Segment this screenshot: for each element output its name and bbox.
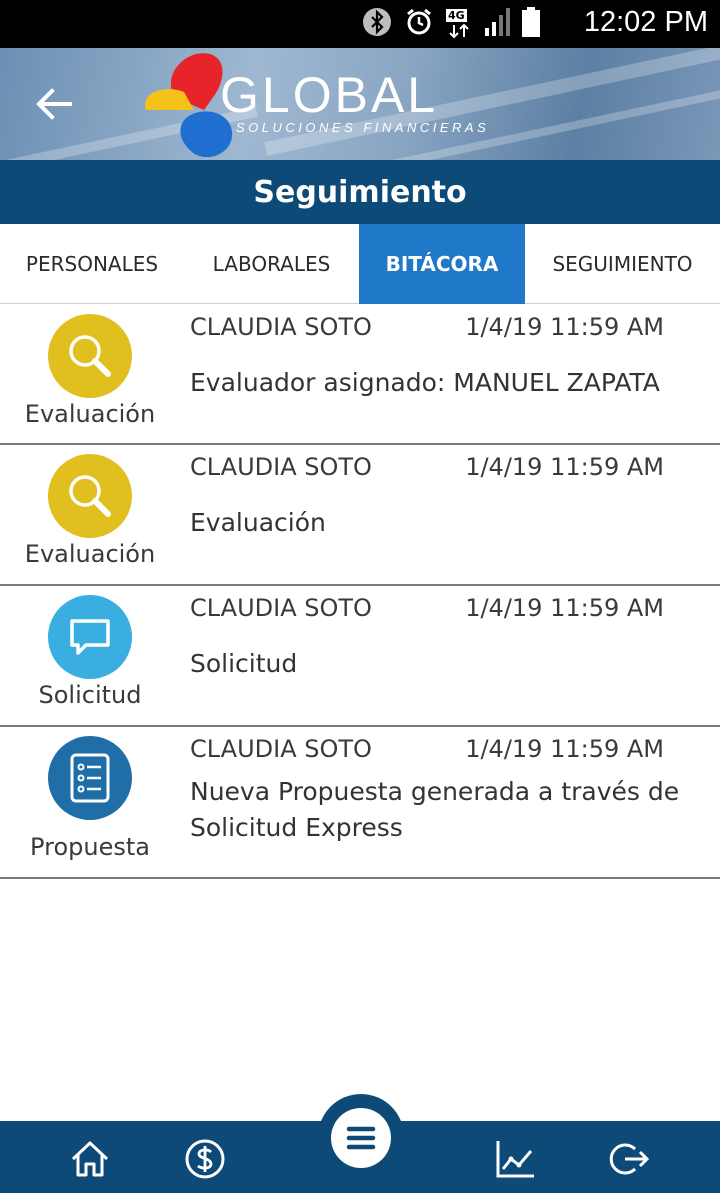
battery-icon (522, 7, 540, 41)
logo: GLOBAL SOLUCIONES FINANCIERAS (140, 48, 500, 160)
bluetooth-icon (362, 7, 392, 41)
list-item[interactable]: Evaluación CLAUDIA SOTO 1/4/19 11:59 AM … (0, 305, 720, 445)
status-time: 12:02 PM (583, 6, 708, 38)
alarm-icon (404, 7, 434, 41)
category-label: Evaluación (24, 540, 156, 568)
evaluation-badge (48, 314, 132, 398)
page-title: Seguimiento (253, 174, 467, 210)
network-4g-icon: 4G (446, 9, 472, 39)
entry-description: Solicitud (190, 649, 298, 678)
menu-icon (346, 1126, 376, 1150)
menu-button[interactable] (331, 1108, 391, 1168)
home-icon (71, 1141, 109, 1177)
entry-timestamp: 1/4/19 11:59 AM (465, 453, 664, 481)
tab-bar: PERSONALES LABORALES BITÁCORA SEGUIMIENT… (0, 224, 720, 304)
entry-description: Evaluador asignado: MANUEL ZAPATA (190, 368, 660, 397)
list-item[interactable]: Propuesta CLAUDIA SOTO 1/4/19 11:59 AM N… (0, 727, 720, 879)
signal-icon (484, 8, 510, 40)
logo-subtitle: SOLUCIONES FINANCIERAS (236, 120, 490, 135)
category-label: Propuesta (30, 833, 150, 861)
payments-button[interactable] (183, 1137, 227, 1181)
stats-button[interactable] (493, 1137, 537, 1181)
log-list: Evaluación CLAUDIA SOTO 1/4/19 11:59 AM … (0, 305, 720, 879)
entry-user: CLAUDIA SOTO (190, 735, 372, 763)
proposal-badge (48, 736, 132, 820)
header-banner: GLOBAL SOLUCIONES FINANCIERAS (0, 48, 720, 160)
status-bar: 4G 12:02 PM (0, 0, 720, 48)
evaluation-badge (48, 454, 132, 538)
list-item[interactable]: Evaluación CLAUDIA SOTO 1/4/19 11:59 AM … (0, 445, 720, 586)
tab-bitacora[interactable]: BITÁCORA (359, 224, 525, 304)
entry-description: Nueva Propuesta generada a través de Sol… (190, 777, 680, 842)
entry-timestamp: 1/4/19 11:59 AM (465, 594, 664, 622)
search-icon (69, 335, 111, 377)
chart-icon (496, 1141, 534, 1178)
entry-user: CLAUDIA SOTO (190, 453, 372, 481)
entry-description: Evaluación (190, 508, 326, 537)
status-icons: 4G (362, 7, 540, 41)
tab-personales[interactable]: PERSONALES (0, 224, 184, 304)
logo-text: GLOBAL (220, 67, 439, 123)
entry-timestamp: 1/4/19 11:59 AM (465, 313, 664, 341)
category-label: Evaluación (24, 400, 156, 428)
back-button[interactable] (34, 84, 74, 124)
title-bar: Seguimiento (0, 160, 720, 224)
home-button[interactable] (68, 1137, 112, 1181)
entry-user: CLAUDIA SOTO (190, 313, 372, 341)
arrow-left-icon (36, 88, 72, 120)
entry-timestamp: 1/4/19 11:59 AM (465, 735, 664, 763)
chat-bubble-icon (70, 619, 110, 655)
request-badge (48, 595, 132, 679)
logout-icon (609, 1143, 650, 1175)
tab-laborales[interactable]: LABORALES (184, 224, 359, 304)
category-label: Solicitud (38, 681, 142, 709)
logout-button[interactable] (607, 1137, 651, 1181)
list-item[interactable]: Solicitud CLAUDIA SOTO 1/4/19 11:59 AM S… (0, 586, 720, 727)
tab-seguimiento[interactable]: SEGUIMIENTO (525, 224, 720, 304)
checklist-icon (70, 753, 110, 803)
dollar-icon (185, 1139, 225, 1179)
search-icon (69, 475, 111, 517)
entry-user: CLAUDIA SOTO (190, 594, 372, 622)
